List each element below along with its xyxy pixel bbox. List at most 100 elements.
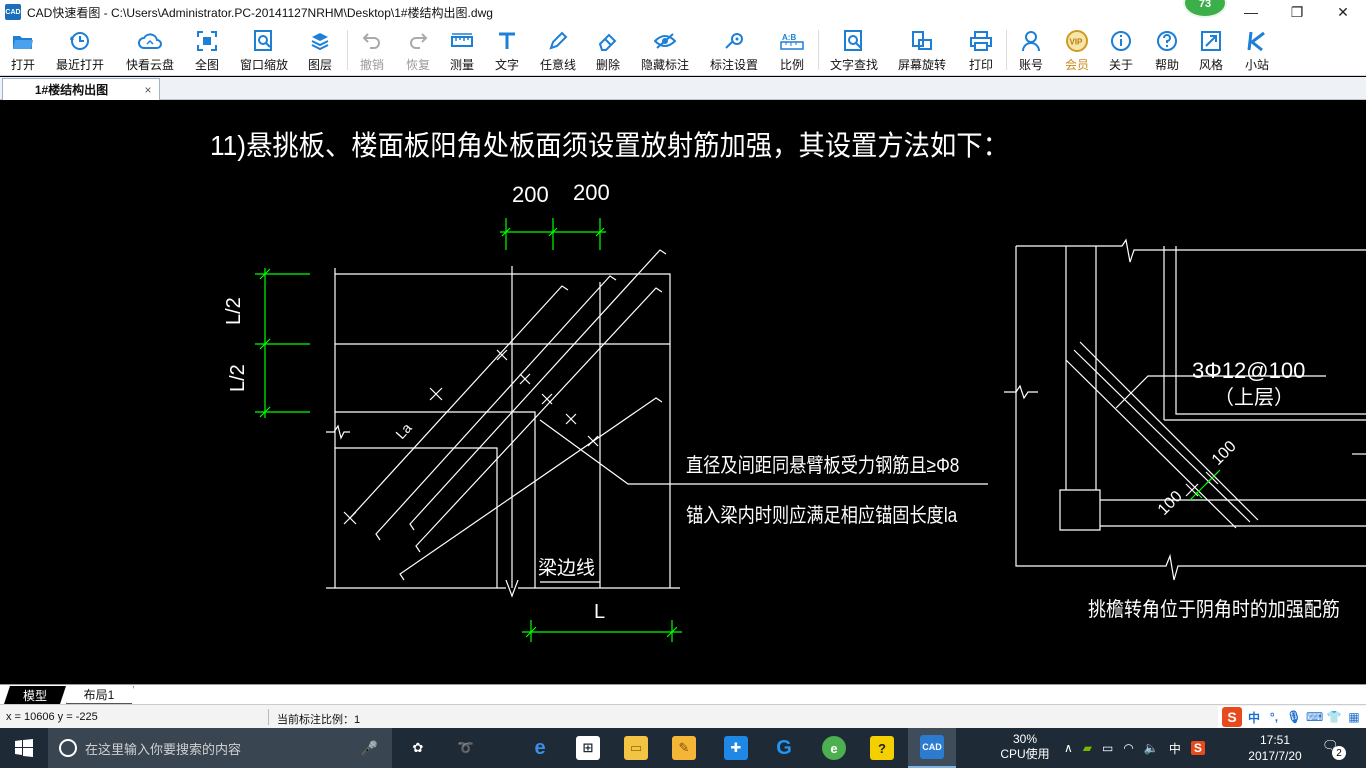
taskbar-app-help[interactable]: ?: [858, 728, 906, 768]
taskbar-app-edge[interactable]: e: [516, 728, 564, 768]
text-button[interactable]: 文字: [490, 26, 524, 74]
dim-200-label-a: 200: [512, 182, 549, 207]
eaves-corner-detail: [1004, 238, 1366, 581]
recent-button[interactable]: 最近打开: [50, 26, 110, 74]
tab-layout1[interactable]: 布局1: [66, 686, 132, 704]
text-search-button[interactable]: 文字查找: [826, 26, 882, 74]
performance-badge[interactable]: 73: [1183, 0, 1227, 18]
beam-edge-label: 梁边线: [538, 557, 595, 579]
hide-annotation-button[interactable]: 隐藏标注: [638, 26, 692, 74]
folder-open-icon: [11, 29, 35, 53]
keyboard-icon[interactable]: ⌨: [1306, 710, 1323, 724]
taskbar-app-g[interactable]: G: [760, 728, 808, 768]
wifi-icon[interactable]: ◠: [1123, 741, 1133, 755]
taskbar-app-cad[interactable]: CAD: [908, 728, 956, 768]
layers-label: 图层: [307, 58, 332, 72]
taskbar-app-green[interactable]: e: [810, 728, 858, 768]
cloud-drive-label: 快看云盘: [125, 58, 174, 72]
mic-icon[interactable]: 🎤: [361, 740, 378, 757]
delete-button[interactable]: 删除: [590, 26, 626, 74]
eraser-icon: [596, 29, 620, 53]
freehand-line-button[interactable]: 任意线: [536, 26, 580, 74]
layers-button[interactable]: 图层: [300, 26, 340, 74]
nvidia-icon[interactable]: ▰: [1083, 741, 1092, 755]
account-button[interactable]: 账号: [1014, 26, 1048, 74]
tab-1-building-structure[interactable]: 1#楼结构出图 ×: [2, 78, 160, 100]
recent-label: 最近打开: [55, 58, 104, 72]
restore-button[interactable]: ❐: [1274, 0, 1320, 24]
right-caption: 挑檐转角位于阴角时的加强配筋: [1088, 598, 1340, 621]
ime-punct-toggle[interactable]: °,: [1266, 710, 1282, 724]
microphone-icon[interactable]: 🎙: [1286, 710, 1302, 724]
undo-button[interactable]: 撤销: [352, 26, 392, 74]
style-button[interactable]: 风格: [1194, 26, 1228, 74]
taskbar-app-tool[interactable]: ✚: [712, 728, 760, 768]
folder-icon: ▭: [624, 736, 648, 760]
tray-expand-icon[interactable]: ∧: [1064, 741, 1073, 755]
cpu-monitor[interactable]: 30% CPU使用: [998, 732, 1052, 762]
help-button[interactable]: 帮助: [1150, 26, 1184, 74]
close-button[interactable]: ✕: [1320, 0, 1366, 24]
hide-annotation-label: 隐藏标注: [640, 58, 689, 72]
about-button[interactable]: 关于: [1104, 26, 1138, 74]
measure-button[interactable]: 测量: [444, 26, 480, 74]
taskbar-search[interactable]: 在这里输入你要搜索的内容 🎤: [48, 728, 392, 768]
zoom-window-label: 窗口缩放: [239, 58, 288, 72]
zoom-window-button[interactable]: 窗口缩放: [236, 26, 292, 74]
site-button[interactable]: 小站: [1240, 26, 1274, 74]
measure-label: 测量: [449, 58, 474, 72]
sogou-tray-icon[interactable]: S: [1190, 741, 1205, 755]
vip-button[interactable]: VIP 会员: [1060, 26, 1094, 74]
status-divider: [268, 709, 269, 725]
redo-button[interactable]: 恢复: [398, 26, 438, 74]
ime-lang-toggle[interactable]: 中: [1246, 709, 1262, 726]
dim-la-label: La: [392, 420, 414, 442]
screen-rotate-button[interactable]: 屏幕旋转: [894, 26, 950, 74]
help-label: 帮助: [1154, 58, 1179, 72]
battery-icon[interactable]: ▭: [1102, 741, 1113, 755]
minimize-button[interactable]: —: [1228, 0, 1274, 24]
sogou-ime-icon[interactable]: S: [1222, 707, 1242, 727]
right-rebar-label: 3Φ12@100: [1192, 358, 1305, 383]
print-button[interactable]: 打印: [964, 26, 998, 74]
clock-date: 2017/7/20: [1248, 749, 1302, 763]
task-view-button[interactable]: ✿: [394, 728, 442, 768]
taskbar-app-explorer[interactable]: ▭: [612, 728, 660, 768]
annotation-settings-button[interactable]: 标注设置: [706, 26, 762, 74]
scale-button[interactable]: A:B 比例: [774, 26, 810, 74]
skin-icon[interactable]: 👕: [1326, 710, 1342, 724]
taskbar-app-store[interactable]: ⊞: [564, 728, 612, 768]
tab-close-icon[interactable]: ×: [140, 83, 156, 97]
tab-model[interactable]: 模型: [4, 686, 66, 704]
volume-icon[interactable]: 🔈: [1144, 741, 1159, 755]
cloud-drive-button[interactable]: 快看云盘: [120, 26, 180, 74]
eye-hide-icon: [653, 29, 677, 53]
taskbar-clock[interactable]: 17:51 2017/7/20: [1240, 732, 1310, 764]
scale-icon: A:B: [780, 29, 804, 53]
annotation-settings-label: 标注设置: [709, 58, 758, 72]
undo-label: 撤销: [359, 58, 384, 72]
taskbar-app-browser-swirl[interactable]: ➰: [442, 728, 490, 768]
clock-time: 17:51: [1259, 733, 1291, 747]
text-label: 文字: [494, 58, 519, 72]
window-controls: — ❐ ✕: [1228, 0, 1366, 24]
vip-icon: VIP: [1065, 29, 1089, 53]
drawing-canvas[interactable]: 11)悬挑板、楼面板阳角处板面须设置放射筋加强，其设置方法如下： 200 200…: [0, 100, 1366, 684]
cloud-icon: [138, 29, 162, 53]
system-tray: ∧ ▰ ▭ ◠ 🔈 中 S: [1064, 728, 1205, 768]
windows-logo-icon: [15, 739, 33, 757]
gear-icon: [722, 29, 746, 53]
tools-icon[interactable]: ▦: [1346, 710, 1362, 724]
taskbar-app-notes[interactable]: ✎: [660, 728, 708, 768]
open-button[interactable]: 打开: [2, 26, 44, 74]
dimension-l-group: [522, 620, 682, 642]
user-icon: [1019, 29, 1043, 53]
action-center-button[interactable]: 🗨 2: [1322, 738, 1346, 760]
tray-lang[interactable]: 中: [1169, 740, 1181, 757]
ime-toolbar: S 中 °, 🎙 ⌨ 👕 ▦: [1218, 706, 1366, 728]
drawing-title: 11)悬挑板、楼面板阳角处板面须设置放射筋加强，其设置方法如下：: [210, 129, 1009, 161]
start-button[interactable]: [0, 728, 48, 768]
printer-icon: [969, 29, 993, 53]
annotation-scale: 当前标注比例：1: [277, 714, 361, 726]
fit-all-button[interactable]: 全图: [188, 26, 226, 74]
